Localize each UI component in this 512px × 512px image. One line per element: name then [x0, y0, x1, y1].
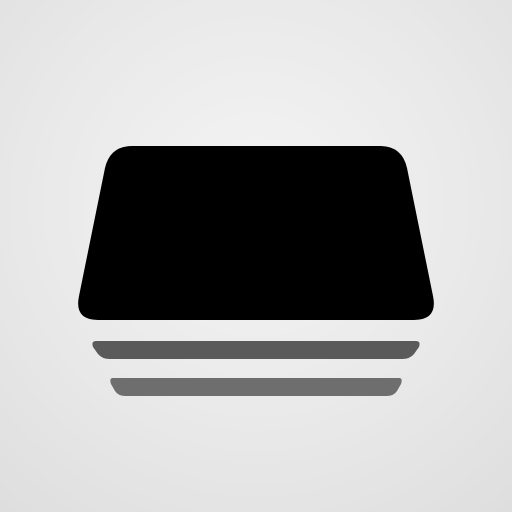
app-icon [0, 0, 512, 512]
card-front [78, 146, 434, 320]
card-layer-back [110, 378, 402, 396]
card-layer-middle [92, 341, 420, 359]
stacked-cards-icon [78, 146, 434, 396]
